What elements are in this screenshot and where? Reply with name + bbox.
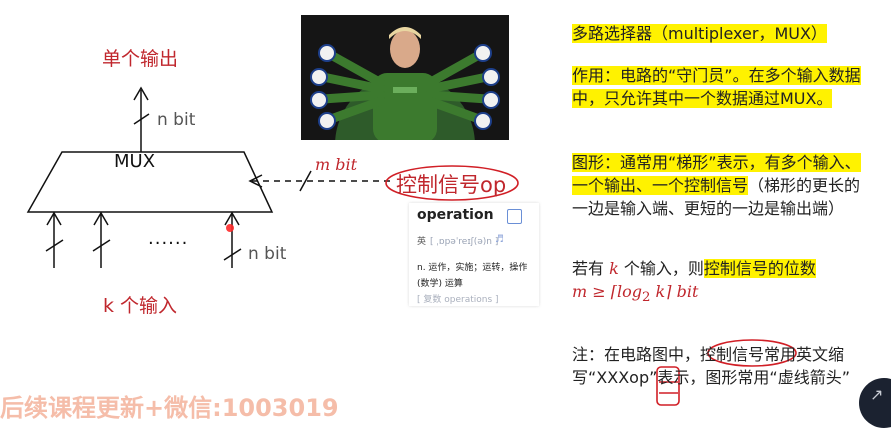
control-bits-formula: m ≥ ⌈log2 k⌉ bit bbox=[572, 282, 699, 306]
dict-phonetic: 英[ ˌɒpəˈreɪʃ(ə)n ] bbox=[417, 237, 499, 247]
control-bit-width: m bit bbox=[315, 155, 358, 174]
mux-label: MUX bbox=[114, 151, 156, 172]
watermark: 后续课程更新+微信:1003019 bbox=[0, 394, 339, 422]
dict-plural: [ 复数 operations ] bbox=[417, 295, 499, 305]
output-title: 单个输出 bbox=[102, 48, 179, 70]
circuit-note: 注：在电路图中，控制信号常用英文缩写“XXXop”表示，图形常用“虚线箭头” bbox=[572, 345, 850, 387]
input-arrow-2 bbox=[92, 211, 111, 268]
input-bit-width: n bit bbox=[248, 244, 287, 264]
mux-function-note: 作用：电路的“守门员”。在多个输入数据中，只允许其中一个数据通过MUX。 bbox=[572, 66, 861, 108]
input-title: k 个输入 bbox=[103, 295, 178, 317]
output-bit-width: n bit bbox=[157, 110, 196, 130]
expand-icon[interactable]: ↗ bbox=[870, 385, 883, 404]
control-signal-label: 控制信号op bbox=[396, 173, 507, 197]
dictionary-card: operation 英[ ˌɒpəˈreɪʃ(ə)n ] ♬ n. 运作，实施；… bbox=[409, 203, 539, 306]
input-arrow-k bbox=[223, 211, 242, 268]
dict-definition-1: n. 运作，实施；运转，操作 bbox=[417, 263, 528, 273]
control-bits-note: 若有 k 个输入，则控制信号的位数 m ≥ ⌈log2 k⌉ bit bbox=[572, 259, 816, 306]
goalkeeper-photo bbox=[301, 15, 509, 140]
mux-heading: 多路选择器（multiplexer，MUX） bbox=[572, 24, 827, 43]
speaker-icon[interactable]: ♬ bbox=[495, 234, 504, 245]
input-arrow-1 bbox=[45, 211, 64, 268]
copy-icon[interactable] bbox=[507, 209, 522, 224]
laser-pointer-dot bbox=[226, 224, 234, 232]
input-ellipsis: ...... bbox=[148, 228, 189, 249]
mux-shape-note: 图形：通常用“梯形”表示，有多个输入、一个输出、一个控制信号（梯形的更长的一边是… bbox=[572, 153, 861, 218]
dict-definition-2: (数学) 运算 bbox=[417, 279, 463, 289]
dict-word: operation bbox=[417, 207, 494, 223]
